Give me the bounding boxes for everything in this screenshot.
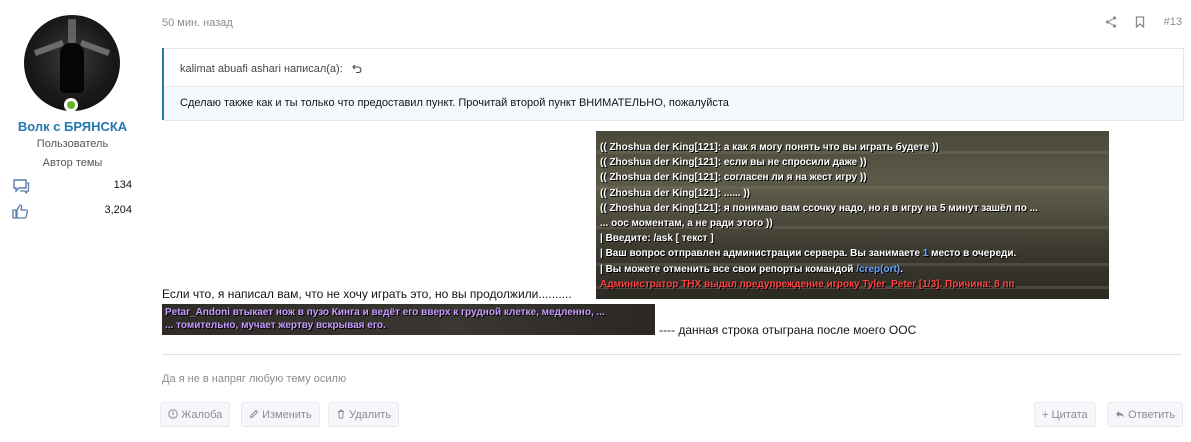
post-number[interactable]: #13 xyxy=(1164,16,1182,28)
user-banner: Автор темы xyxy=(42,157,103,169)
plus-icon: + xyxy=(1042,409,1049,421)
messages-count: 134 xyxy=(113,179,132,191)
trash-icon xyxy=(338,409,344,419)
chat-line: (( Zhoshua der King[121]: я понимаю вам … xyxy=(600,202,1038,214)
chat-line: (( Zhoshua der King[121]: а как я могу п… xyxy=(600,142,939,153)
roleplay-line: Petar_Andoni втыкает нож в пузо Кинга и … xyxy=(165,307,605,318)
chat-line: (( Zhoshua der King[121]: ...... )) xyxy=(600,187,750,199)
signature: Да я не в напряг любую тему осилю xyxy=(162,373,347,385)
username[interactable]: Волк с БРЯНСКА xyxy=(0,119,145,134)
reply-label: Ответить xyxy=(1128,409,1176,421)
chat-line: (( Zhoshua der King[121]: если вы не спр… xyxy=(600,157,867,169)
online-status-icon xyxy=(64,98,78,112)
quote-author[interactable]: kalimat abuafi ashari написал(а): xyxy=(180,63,343,75)
thumbs-up-icon xyxy=(12,204,29,219)
quote-block: kalimat abuafi ashari написал(а): Сделаю… xyxy=(162,48,1184,121)
chat-line: ... оос моментам, а не ради этого )) xyxy=(600,218,773,229)
quote-button[interactable]: + Цитата xyxy=(1034,402,1096,427)
share-icon[interactable] xyxy=(1105,16,1117,31)
roleplay-screenshot-image[interactable]: Petar_Andoni втыкает нож в пузо Кинга и … xyxy=(162,304,655,335)
post-main: 50 мин. назад #13 kalimat abuafi ashari … xyxy=(160,0,1184,442)
messages-stat: 134 xyxy=(12,178,132,194)
post-actions-top: #13 xyxy=(1091,16,1182,32)
post-after-text: ---- данная строка отыграна после моего … xyxy=(659,323,917,337)
go-to-quote-icon[interactable] xyxy=(352,63,362,74)
quote-text: Сделаю также как и ты только что предост… xyxy=(180,97,729,109)
report-icon xyxy=(168,409,178,419)
chat-line: | Вы можете отменить все свои репорты ко… xyxy=(600,263,903,275)
edit-icon xyxy=(249,409,259,419)
chat-line: Администратор THX выдал предупреждение и… xyxy=(600,278,1015,290)
chat-line: (( Zhoshua der King[121]: согласен ли я … xyxy=(600,172,867,184)
quote-body: Сделаю также как и ты только что предост… xyxy=(164,86,1184,121)
reply-button[interactable]: Ответить xyxy=(1107,402,1184,427)
edit-label: Изменить xyxy=(262,409,312,421)
quote-header: kalimat abuafi ashari написал(а): xyxy=(164,48,1184,87)
reactions-count: 3,204 xyxy=(104,204,132,216)
report-label: Жалоба xyxy=(181,409,223,421)
user-cell: Волк с БРЯНСКА Пользователь Автор темы 1… xyxy=(0,0,145,442)
reactions-stat: 3,204 xyxy=(12,203,132,219)
report-button[interactable]: Жалоба xyxy=(160,402,231,427)
chat-screenshot-image[interactable]: (( Zhoshua der King[121]: а как я могу п… xyxy=(596,131,1109,299)
delete-label: Удалить xyxy=(349,409,392,421)
messages-icon xyxy=(13,179,30,194)
roleplay-line: ... томительно, мучает жертву вскрывая е… xyxy=(165,320,386,331)
chat-line: | Введите: /ask [ текст ] xyxy=(600,233,714,245)
post-time[interactable]: 50 мин. назад xyxy=(162,17,233,29)
signature-divider xyxy=(162,354,1182,355)
edit-button[interactable]: Изменить xyxy=(241,402,320,427)
quote-label: Цитата xyxy=(1051,409,1088,421)
bookmark-icon[interactable] xyxy=(1135,16,1145,31)
chat-line: | Ваш вопрос отправлен администрации сер… xyxy=(600,248,1017,260)
delete-button[interactable]: Удалить xyxy=(328,402,400,427)
reply-icon xyxy=(1116,411,1124,418)
post-body-text: Если что, я написал вам, что не хочу игр… xyxy=(162,287,572,301)
user-title: Пользователь xyxy=(36,138,109,150)
avatar[interactable] xyxy=(24,15,120,111)
